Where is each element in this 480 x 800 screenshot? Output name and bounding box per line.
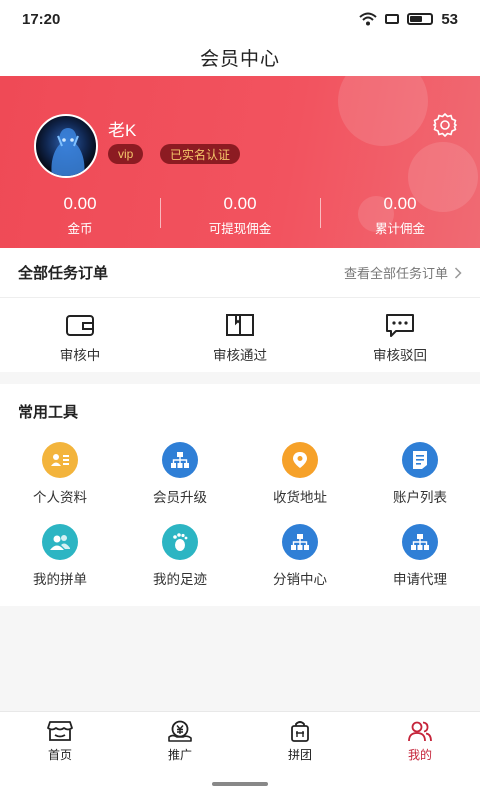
view-all-orders-label: 查看全部任务订单: [343, 266, 448, 281]
tool-label: 我的拼单: [33, 572, 87, 587]
book-icon: [226, 314, 254, 336]
tool-distribution-center[interactable]: 分销中心: [240, 524, 360, 588]
tool-my-footprints[interactable]: 我的足迹: [120, 524, 240, 588]
tab-label: 拼团: [287, 747, 312, 762]
sim-icon: [385, 14, 400, 24]
tools-header: 常用工具: [0, 384, 480, 438]
hierarchy-icon: [282, 524, 318, 560]
document-list-icon: [402, 442, 438, 478]
order-status-rejected[interactable]: 审核驳回: [340, 312, 460, 364]
profile-card-icon: [42, 442, 78, 478]
tool-label: 个人资料: [33, 490, 87, 505]
avatar[interactable]: [34, 114, 98, 178]
footprint-icon: [162, 524, 198, 560]
stat-total-commission[interactable]: 0.00 累计佣金: [320, 194, 480, 237]
bottom-tab-bar: 首页 推广 拼团 我的: [0, 711, 480, 800]
decor-bubble: [338, 76, 428, 146]
tool-label: 会员升级: [153, 490, 207, 505]
settings-gear-icon[interactable]: [432, 112, 458, 138]
page-title: 会员中心: [199, 48, 280, 70]
tab-label: 推广: [167, 747, 192, 762]
group-users-icon: [42, 524, 78, 560]
hierarchy-icon: [162, 442, 198, 478]
tool-label: 申请代理: [393, 572, 447, 587]
hierarchy-icon: [402, 524, 438, 560]
tools-section: 常用工具 个人资料 会员升级 收货地址 账户列表 我的拼单 我的足迹 分销中心 …: [0, 384, 480, 606]
stats-row: 0.00 金币 0.00 可提现佣金 0.00 累计佣金: [0, 194, 480, 237]
order-status-row: 审核中 审核通过 审核驳回: [0, 298, 480, 364]
store-icon: [47, 720, 73, 741]
stat-value: 0.00: [223, 194, 257, 213]
tool-apply-agent[interactable]: 申请代理: [360, 524, 480, 588]
stat-gold-coins[interactable]: 0.00 金币: [0, 194, 160, 237]
orders-section: 全部任务订单 查看全部任务订单 审核中 审核通过 审核驳回: [0, 248, 480, 372]
tool-shipping-address[interactable]: 收货地址: [240, 442, 360, 506]
order-status-pending[interactable]: 审核中: [20, 312, 140, 364]
tab-home[interactable]: 首页: [0, 712, 120, 770]
chevron-right-icon: [454, 266, 462, 279]
view-all-orders-link[interactable]: 查看全部任务订单: [344, 263, 462, 282]
tab-promote[interactable]: 推广: [120, 712, 240, 770]
users-icon: [408, 721, 432, 741]
profile-card: 老K vip 已实名认证 0.00 金币 0.00 可提现佣金 0.00 累计佣…: [0, 76, 480, 248]
tool-account-list[interactable]: 账户列表: [360, 442, 480, 506]
stat-value: 0.00: [63, 194, 97, 213]
vip-badge: vip: [108, 144, 144, 164]
tool-label: 账户列表: [393, 490, 447, 505]
tab-label: 我的: [407, 747, 432, 762]
tool-profile[interactable]: 个人资料: [0, 442, 120, 506]
status-time: 17:20: [22, 10, 61, 28]
tool-my-group-orders[interactable]: 我的拼单: [0, 524, 120, 588]
tools-title: 常用工具: [18, 403, 79, 421]
order-status-label: 审核驳回: [373, 348, 427, 363]
order-status-label: 审核通过: [213, 348, 267, 363]
stat-label: 累计佣金: [374, 222, 425, 236]
orders-title: 全部任务订单: [18, 265, 109, 282]
battery-icon: [407, 13, 434, 25]
battery-level: 53: [441, 10, 458, 28]
shopping-bag-icon: [291, 720, 309, 742]
stat-withdrawable-commission[interactable]: 0.00 可提现佣金: [160, 194, 320, 237]
username: 老K: [108, 121, 137, 140]
chat-dots-icon: [386, 314, 414, 337]
nav-bar: 会员中心: [0, 38, 480, 76]
home-indicator[interactable]: [212, 782, 268, 786]
location-pin-icon: [282, 442, 318, 478]
tab-group-buy[interactable]: 拼团: [240, 712, 360, 770]
yuan-coin-icon: [168, 720, 192, 742]
tool-label: 分销中心: [273, 572, 327, 587]
orders-header: 全部任务订单 查看全部任务订单: [0, 248, 480, 298]
wallet-icon: [66, 315, 94, 336]
wifi-icon: [359, 12, 377, 26]
status-icons: 53: [359, 11, 458, 28]
tool-label: 收货地址: [273, 490, 327, 505]
tab-mine[interactable]: 我的: [360, 712, 480, 770]
tab-label: 首页: [47, 747, 72, 762]
stat-label: 可提现佣金: [208, 222, 272, 236]
order-status-approved[interactable]: 审核通过: [180, 312, 300, 364]
tool-member-upgrade[interactable]: 会员升级: [120, 442, 240, 506]
tabs: 首页 推广 拼团 我的: [0, 712, 480, 770]
order-status-label: 审核中: [59, 348, 101, 363]
status-bar: 17:20 53: [0, 0, 480, 38]
tool-grid: 个人资料 会员升级 收货地址 账户列表 我的拼单 我的足迹 分销中心 申请代理: [0, 438, 480, 588]
tool-label: 我的足迹: [153, 572, 207, 587]
stat-value: 0.00: [383, 194, 417, 213]
avatar-figure-icon: [51, 128, 85, 176]
verified-badge: 已实名认证: [160, 144, 241, 164]
stat-label: 金币: [67, 222, 93, 236]
